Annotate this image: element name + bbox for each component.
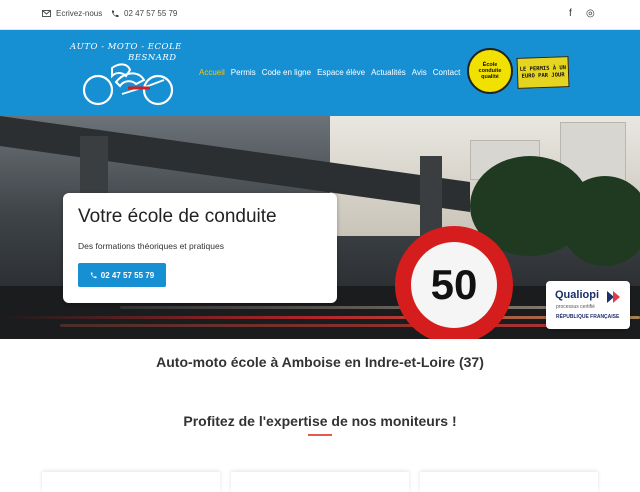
phone-icon <box>111 10 119 17</box>
qualiopi-republic: RÉPUBLIQUE FRANÇAISE <box>556 314 620 320</box>
qualiopi-subtitle: processus certifié <box>556 304 595 310</box>
quality-badge-text: École conduite qualité <box>478 61 502 81</box>
motorcycle-logo-icon <box>82 63 174 106</box>
speed-limit-sign: 50 <box>395 226 513 339</box>
hero-light-trail <box>120 306 620 309</box>
email-label: Ecrivez-nous <box>56 9 103 18</box>
speed-limit-value: 50 <box>430 261 478 308</box>
envelope-icon <box>42 10 51 17</box>
top-bar: Ecrivez-nous 02 47 57 55 79 f ◎ <box>0 0 640 30</box>
phone-label: 02 47 57 55 79 <box>124 9 178 18</box>
phone-link[interactable]: 02 47 57 55 79 <box>111 9 177 18</box>
nav-code-en-ligne[interactable]: Code en ligne <box>262 68 311 77</box>
call-button[interactable]: 02 47 57 55 79 <box>78 263 166 287</box>
hero-banner: 50 Votre école de conduite Des formation… <box>0 116 640 339</box>
quality-badge: École conduite qualité <box>467 48 513 94</box>
instructor-card <box>231 472 409 492</box>
euro-badge: LE PERMIS À UN EURO PAR JOUR <box>516 56 570 89</box>
location-title: Auto-moto école à Amboise en Indre-et-Lo… <box>156 354 484 370</box>
nav-avis[interactable]: Avis <box>412 68 427 77</box>
hero-card: Votre école de conduite Des formations t… <box>63 193 337 303</box>
site-header: AUTO - MOTO - ECOLE BESNARD Accueil Perm… <box>0 30 640 116</box>
nav-contact[interactable]: Contact <box>433 68 461 77</box>
phone-icon <box>90 271 97 278</box>
call-button-label: 02 47 57 55 79 <box>100 270 155 280</box>
hero-subtitle: Des formations théoriques et pratiques <box>78 241 224 251</box>
logo[interactable]: AUTO - MOTO - ECOLE BESNARD <box>68 42 186 108</box>
instructor-card <box>42 472 220 492</box>
main-nav: Accueil Permis Code en ligne Espace élèv… <box>199 68 460 77</box>
speed-limit-sign-face: 50 <box>411 242 497 328</box>
nav-accueil[interactable]: Accueil <box>199 68 225 77</box>
facebook-icon[interactable]: f <box>569 8 572 19</box>
qualiopi-badge: Qualiopi processus certifié RÉPUBLIQUE F… <box>546 281 630 329</box>
instagram-icon[interactable]: ◎ <box>586 8 595 19</box>
hero-light-trail <box>0 316 640 319</box>
qualiopi-arrow-icon <box>607 291 620 303</box>
hero-title: Votre école de conduite <box>78 206 277 227</box>
instructor-card <box>420 472 598 492</box>
nav-espace-eleve[interactable]: Espace élève <box>317 68 365 77</box>
euro-badge-text: LE PERMIS À UN EURO PAR JOUR <box>519 65 567 80</box>
title-underline <box>308 434 332 436</box>
section-title: Profitez de l'expertise de nos moniteurs… <box>183 413 457 429</box>
nav-permis[interactable]: Permis <box>231 68 256 77</box>
email-link[interactable]: Ecrivez-nous <box>42 9 102 18</box>
hero-light-trail <box>60 324 620 327</box>
qualiopi-name: Qualiopi <box>555 289 599 301</box>
hero-tree <box>560 176 640 266</box>
nav-actualites[interactable]: Actualités <box>371 68 406 77</box>
